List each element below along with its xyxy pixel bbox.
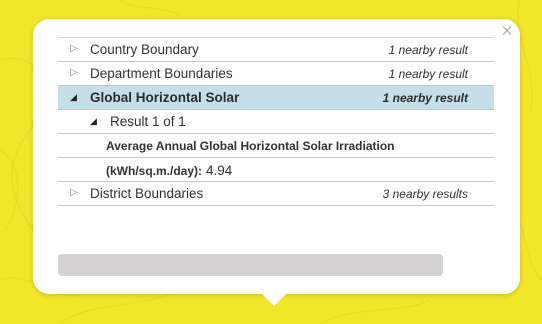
horizontal-scrollbar[interactable] [58,254,443,276]
expand-triangle-icon[interactable]: ▷ [70,67,78,78]
expand-triangle-icon[interactable]: ▷ [70,43,78,54]
layer-row-global-horizontal-solar[interactable]: ◢ Global Horizontal Solar 1 nearby resul… [58,86,494,110]
layer-name: Country Boundary [90,42,199,57]
result-count: 1 nearby result [388,43,468,57]
result-count: 1 nearby result [388,67,468,81]
layer-name: District Boundaries [90,186,204,201]
collapse-triangle-icon[interactable]: ◢ [70,92,77,103]
attribute-unit: (kWh/sq.m./day): [106,164,203,178]
results-list: ▷ Country Boundary 1 nearby result ▷ Dep… [58,37,494,206]
result-count: 3 nearby results [382,187,468,201]
attribute-value: 4.94 [206,163,233,178]
result-count: 1 nearby result [382,91,468,105]
attribute-name: Average Annual Global Horizontal Solar I… [106,139,395,153]
attribute-unit-line: (kWh/sq.m./day): 4.94 [106,163,232,178]
collapse-triangle-icon[interactable]: ◢ [90,116,97,127]
layer-row-district-boundaries[interactable]: ▷ District Boundaries 3 nearby results [58,182,494,206]
popup-pointer [261,293,287,306]
attribute-name-row: Average Annual Global Horizontal Solar I… [58,134,494,158]
layer-name: Department Boundaries [90,66,233,81]
layer-row-country-boundary[interactable]: ▷ Country Boundary 1 nearby result [58,38,494,62]
result-row[interactable]: ◢ Result 1 of 1 [58,110,494,134]
layer-row-department-boundaries[interactable]: ▷ Department Boundaries 1 nearby result [58,62,494,86]
expand-triangle-icon[interactable]: ▷ [70,187,78,198]
close-icon[interactable]: × [497,22,517,42]
result-label: Result 1 of 1 [110,114,186,129]
attribute-value-row: (kWh/sq.m./day): 4.94 [58,158,494,182]
layer-name: Global Horizontal Solar [90,90,240,105]
